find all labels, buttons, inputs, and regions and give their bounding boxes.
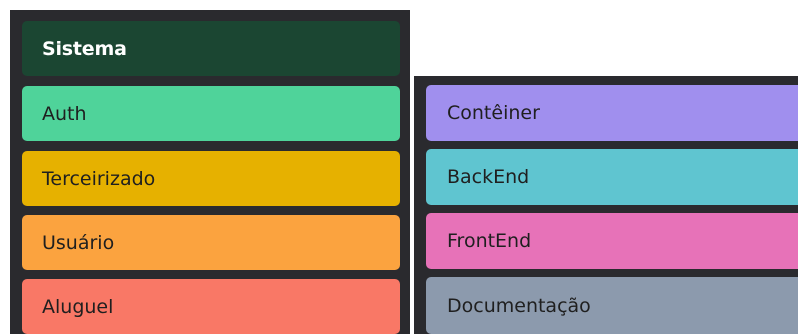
- list-item-label: FrontEnd: [447, 230, 532, 252]
- list-item-sistema[interactable]: Sistema: [22, 21, 400, 76]
- list-item-aluguel[interactable]: Aluguel: [22, 279, 400, 334]
- list-item-label: Documentação: [447, 294, 591, 317]
- right-panel: Contêiner BackEnd FrontEnd Documentação: [414, 76, 798, 334]
- list-item-terceirizado[interactable]: Terceirizado: [22, 151, 400, 206]
- list-item-label: BackEnd: [447, 166, 530, 188]
- list-item-label: Sistema: [42, 37, 127, 60]
- list-item-label: Contêiner: [447, 102, 540, 124]
- list-item-auth[interactable]: Auth: [22, 86, 400, 141]
- list-item-conteiner[interactable]: Contêiner: [426, 85, 798, 141]
- list-item-label: Usuário: [42, 231, 115, 254]
- list-item-frontend[interactable]: FrontEnd: [426, 213, 798, 269]
- list-item-label: Terceirizado: [42, 167, 156, 190]
- list-item-label: Auth: [42, 102, 87, 125]
- list-item-backend[interactable]: BackEnd: [426, 149, 798, 205]
- list-item-usuario[interactable]: Usuário: [22, 215, 400, 270]
- canvas: Sistema Auth Terceirizado Usuário Alugue…: [0, 0, 798, 334]
- list-item-documentacao[interactable]: Documentação: [426, 277, 798, 334]
- list-item-label: Aluguel: [42, 295, 114, 318]
- left-panel: Sistema Auth Terceirizado Usuário Alugue…: [10, 10, 410, 334]
